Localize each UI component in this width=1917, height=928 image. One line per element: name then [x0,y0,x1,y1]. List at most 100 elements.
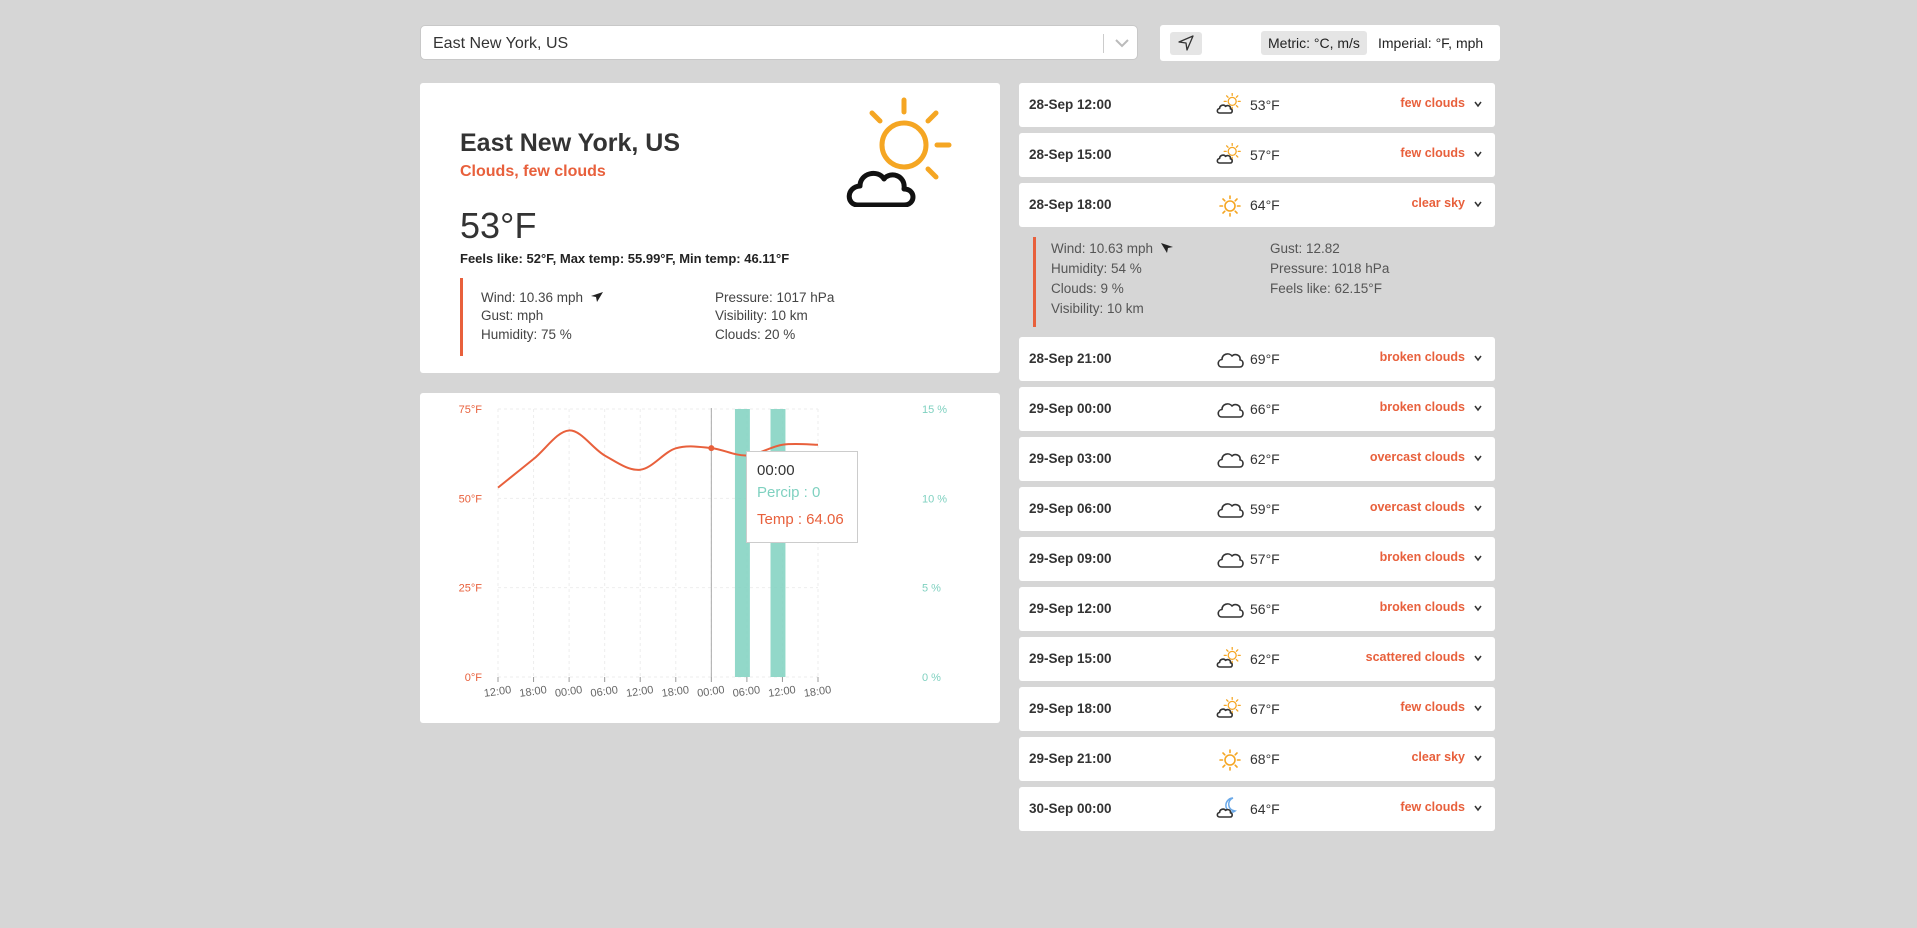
forecast-row-11[interactable]: 29-Sep 21:00 68°F clear sky [1019,737,1495,781]
visibility-value: Visibility: 10 km [715,308,808,323]
search-input[interactable] [431,26,1075,61]
wind-value: Wind: 10.36 mph [481,290,604,305]
detail-feels-like: Feels like: 62.15°F [1270,281,1382,296]
forecast-datetime: 28-Sep 12:00 [1029,97,1112,112]
metric-units-button[interactable]: Metric: °C, m/s [1261,31,1367,55]
forecast-description: broken clouds [1379,550,1465,564]
sun-cloud-icon [1216,646,1244,673]
feels-like-summary: Feels like: 52°F, Max temp: 55.99°F, Min… [460,251,790,266]
chevron-down-icon[interactable] [1473,703,1483,713]
x-axis-tick: 12:00 [625,684,654,700]
forecast-row-1[interactable]: 28-Sep 15:00 57°F few clouds [1019,133,1495,177]
city-search-select[interactable] [420,25,1138,61]
current-details: Wind: 10.36 mph Gust: mph Humidity: 75 %… [460,278,963,356]
forecast-row-12[interactable]: 30-Sep 00:00 64°F few clouds [1019,787,1495,831]
left-axis-tick: 0°F [465,672,483,684]
forecast-datetime: 30-Sep 00:00 [1029,801,1112,816]
left-axis-tick: 25°F [459,583,483,595]
forecast-temperature: 62°F [1250,651,1280,667]
detail-gust: Gust: 12.82 [1270,241,1340,256]
weather-condition: Clouds, few clouds [460,163,606,180]
forecast-datetime: 29-Sep 18:00 [1029,701,1112,716]
chevron-down-icon[interactable] [1473,553,1483,563]
chevron-down-icon[interactable] [1473,149,1483,159]
forecast-row-6[interactable]: 29-Sep 06:00 59°F overcast clouds [1019,487,1495,531]
gust-value: Gust: mph [481,308,544,323]
wind-direction-icon [1160,243,1173,253]
chevron-down-icon[interactable] [1473,403,1483,413]
forecast-datetime: 28-Sep 21:00 [1029,351,1112,366]
city-name: East New York, US [460,129,680,157]
forecast-temperature: 57°F [1250,551,1280,567]
chevron-down-icon[interactable] [1473,199,1483,209]
pressure-value: Pressure: 1017 hPa [715,290,835,305]
left-axis-tick: 75°F [459,404,483,416]
cloud-icon [1216,497,1244,523]
current-weather-card: East New York, US Clouds, few clouds 53°… [420,83,1000,373]
forecast-row-7[interactable]: 29-Sep 09:00 57°F broken clouds [1019,537,1495,581]
detail-humidity: Humidity: 54 % [1051,261,1142,276]
temp-active-point [708,445,715,452]
precip-bar [770,409,786,677]
forecast-chart-card: 0°F 25°F 50°F 75°F 0 % 5 % 10 % 15 % 12:00 18:0… [420,393,1000,723]
forecast-description: few clouds [1400,146,1465,160]
sun-icon [1216,193,1244,219]
chevron-down-icon[interactable] [1473,603,1483,613]
chevron-down-icon[interactable] [1473,653,1483,663]
chevron-down-icon[interactable] [1473,353,1483,363]
right-axis-tick: 10 % [922,493,947,505]
forecast-datetime: 28-Sep 18:00 [1029,197,1112,212]
forecast-row-9[interactable]: 29-Sep 15:00 62°F scattered clouds [1019,637,1495,681]
forecast-temperature: 56°F [1250,601,1280,617]
forecast-temperature: 64°F [1250,197,1280,213]
forecast-description: scattered clouds [1365,650,1465,664]
forecast-row-2[interactable]: 28-Sep 18:00 64°F clear sky [1019,183,1495,227]
sun-cloud-icon [1216,696,1244,723]
forecast-row-0[interactable]: 28-Sep 12:00 53°F few clouds [1019,83,1495,127]
chevron-down-icon[interactable] [1473,99,1483,109]
moon-cloud-icon [1216,797,1244,823]
forecast-chart[interactable]: 0°F 25°F 50°F 75°F 0 % 5 % 10 % 15 % 12:00 18:0… [420,393,1000,723]
forecast-temperature: 64°F [1250,801,1280,817]
cloud-icon [1216,397,1244,423]
x-axis-tick: 00:00 [696,684,725,700]
forecast-temperature: 53°F [1250,97,1280,113]
x-axis-tick: 12:00 [768,684,797,700]
forecast-row-10[interactable]: 29-Sep 18:00 67°F few clouds [1019,687,1495,731]
forecast-temperature: 57°F [1250,147,1280,163]
unit-controls: Metric: °C, m/s Imperial: °F, mph [1160,25,1500,61]
detail-clouds: Clouds: 9 % [1051,281,1124,296]
forecast-description: clear sky [1411,196,1465,210]
forecast-temperature: 59°F [1250,501,1280,517]
chevron-down-icon[interactable] [1473,803,1483,813]
forecast-temperature: 67°F [1250,701,1280,717]
x-axis-tick: 12:00 [483,684,512,700]
forecast-datetime: 29-Sep 12:00 [1029,601,1112,616]
forecast-row-5[interactable]: 29-Sep 03:00 62°F overcast clouds [1019,437,1495,481]
cloud-icon [1216,447,1244,473]
cloud-icon [1216,547,1244,573]
forecast-description: clear sky [1411,750,1465,764]
forecast-description: overcast clouds [1369,450,1465,464]
chevron-down-icon[interactable] [1473,453,1483,463]
forecast-temperature: 68°F [1250,751,1280,767]
search-separator [1103,34,1104,53]
forecast-list: 28-Sep 12:00 53°F few clouds 28-Sep 15:0… [1019,83,1495,837]
current-location-button[interactable] [1170,32,1202,55]
forecast-row-8[interactable]: 29-Sep 12:00 56°F broken clouds [1019,587,1495,631]
forecast-datetime: 29-Sep 06:00 [1029,501,1112,516]
forecast-row-3[interactable]: 28-Sep 21:00 69°F broken clouds [1019,337,1495,381]
imperial-units-button[interactable]: Imperial: °F, mph [1371,31,1491,55]
forecast-description: few clouds [1400,800,1465,814]
detail-wind: Wind: 10.63 mph [1051,241,1174,256]
chevron-down-icon[interactable] [1473,753,1483,763]
sun-cloud-icon [1216,142,1244,169]
left-axis-tick: 50°F [459,493,483,505]
forecast-temperature: 69°F [1250,351,1280,367]
chevron-down-icon[interactable] [1473,503,1483,513]
chevron-down-icon[interactable] [1111,32,1133,54]
forecast-datetime: 29-Sep 09:00 [1029,551,1112,566]
forecast-row-4[interactable]: 29-Sep 00:00 66°F broken clouds [1019,387,1495,431]
humidity-value: Humidity: 75 % [481,327,572,342]
forecast-description: few clouds [1400,700,1465,714]
